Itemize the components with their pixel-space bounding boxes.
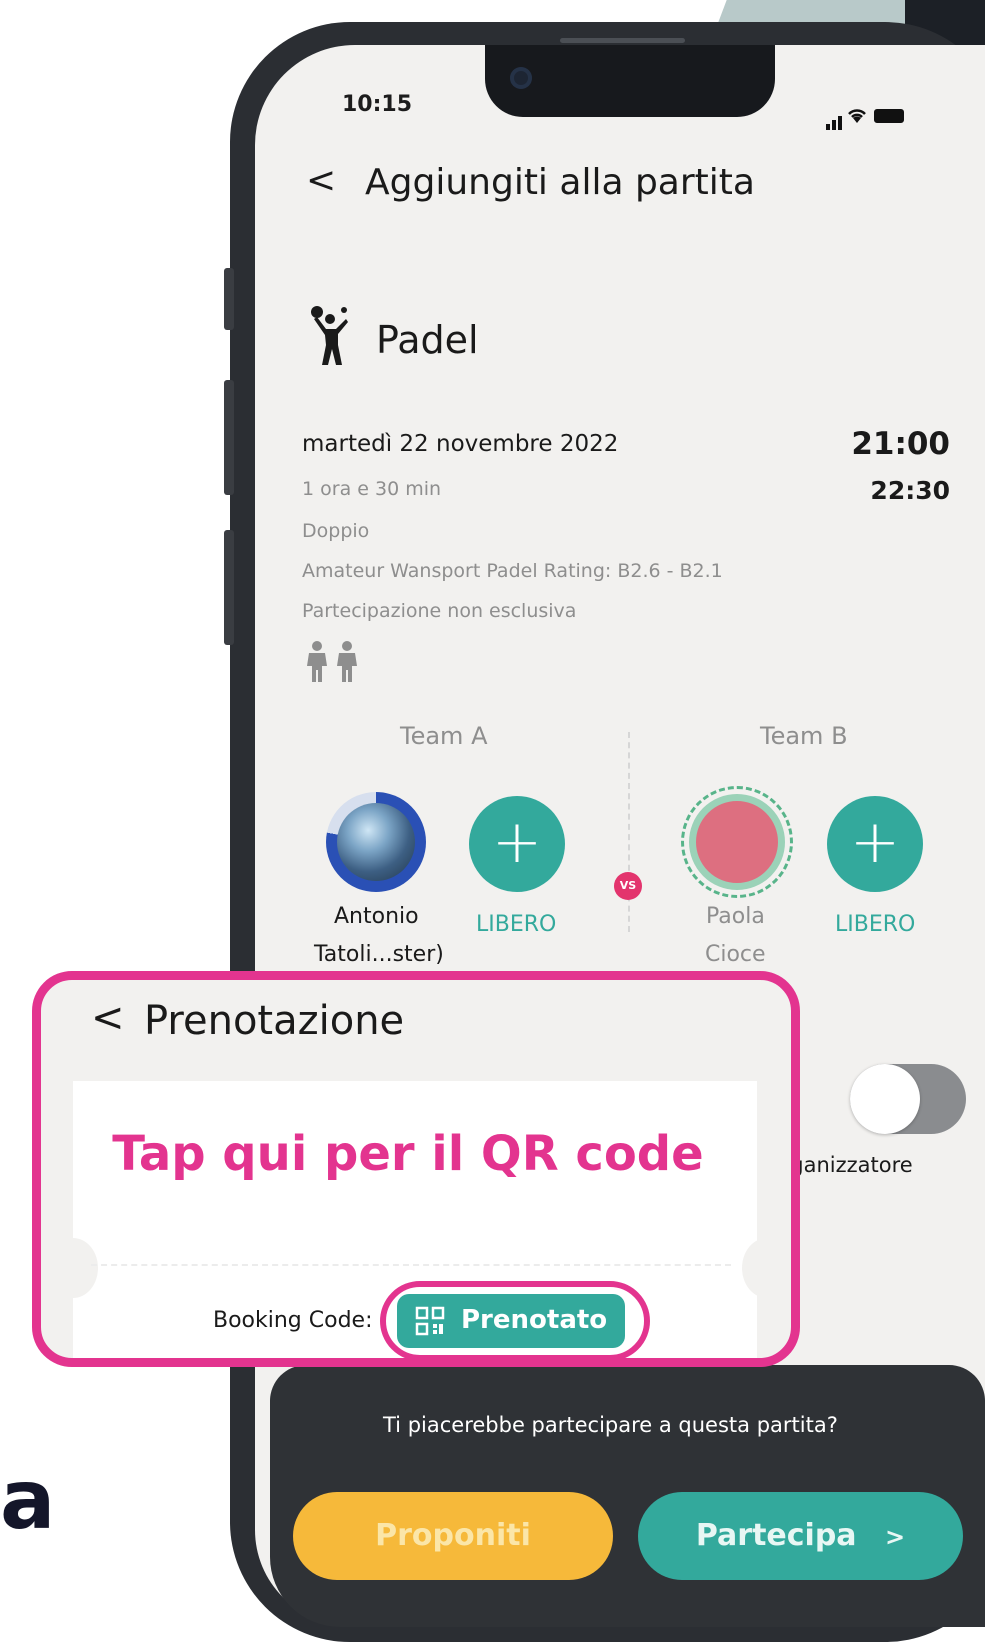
padel-player-icon [308, 305, 350, 367]
signal-icon [832, 120, 836, 130]
toggle-knob [850, 1064, 920, 1134]
ticket-notch-left [48, 1238, 98, 1298]
plus-icon: + [491, 807, 543, 877]
team-a-label: Team A [400, 722, 488, 750]
booking-status-label: Prenotato [461, 1305, 608, 1335]
signal-icon [826, 124, 830, 130]
player-name-paola-line2: Cioce [705, 942, 766, 967]
status-icons [826, 104, 946, 130]
ticket-notch-right [742, 1238, 791, 1298]
phone-camera [510, 67, 532, 89]
team-divider [628, 732, 630, 932]
player-avatar-paola[interactable] [689, 794, 785, 890]
match-date: martedì 22 novembre 2022 [302, 431, 619, 457]
join-question: Ti piacerebbe partecipare a questa parti… [383, 1413, 838, 1437]
wifi-icon [846, 106, 868, 128]
match-duration: 1 ora e 30 min [302, 478, 442, 500]
avatar [337, 803, 415, 881]
status-time: 10:15 [342, 92, 413, 117]
signal-icon [838, 116, 842, 130]
phone-mute-button [224, 268, 234, 330]
organizer-toggle[interactable] [850, 1064, 966, 1134]
free-slot-label-team-b: LIBERO [835, 912, 916, 937]
match-format: Doppio [302, 520, 370, 542]
phone-speaker [560, 38, 685, 43]
booking-status-button[interactable]: Prenotato [397, 1294, 625, 1348]
add-player-team-b-button[interactable]: + [827, 796, 923, 892]
ticket-perforation [91, 1264, 731, 1266]
organizer-toggle-label: rganizzatore [782, 1153, 913, 1177]
player-name-paola-line1: Paola [706, 904, 765, 929]
two-players-icon [301, 640, 367, 684]
match-rating: Amateur Wansport Padel Rating: B2.6 - B2… [302, 560, 723, 582]
match-end-time: 22:30 [870, 476, 950, 505]
match-start-time: 21:00 [851, 426, 950, 462]
team-b-label: Team B [760, 722, 848, 750]
sport-title: Padel [376, 318, 479, 362]
join-button-label: Partecipa [695, 1518, 857, 1553]
booking-code-label: Booking Code: [213, 1308, 373, 1333]
player-avatar-antonio[interactable] [326, 792, 426, 892]
add-player-team-a-button[interactable]: + [469, 796, 565, 892]
match-participation: Partecipazione non esclusiva [302, 600, 577, 622]
free-slot-label-team-a: LIBERO [476, 912, 557, 937]
phone-volume-up-button [224, 380, 234, 495]
player-name-antonio-line2: Tatoli...ster) [314, 942, 444, 967]
back-button[interactable]: < [306, 160, 336, 201]
player-name-antonio-line1: Antonio [334, 904, 419, 929]
battery-icon [874, 109, 904, 123]
qr-code-tap-target[interactable]: Tap qui per il QR code [41, 1126, 775, 1182]
booking-back-button[interactable]: < [91, 995, 125, 1041]
join-button[interactable]: Partecipa > [638, 1492, 963, 1580]
propose-button[interactable]: Proponiti [293, 1492, 613, 1580]
booking-title: Prenotazione [144, 998, 405, 1044]
phone-volume-down-button [224, 530, 234, 645]
booking-card: < Prenotazione Tap qui per il QR code Bo… [32, 971, 800, 1367]
qr-code-icon [415, 1306, 445, 1336]
plus-icon: + [849, 807, 901, 877]
partial-side-text: a [0, 1453, 56, 1548]
page-title: Aggiungiti alla partita [365, 162, 755, 203]
vs-badge: VS [614, 872, 642, 900]
chevron-right-icon: > [885, 1523, 906, 1551]
